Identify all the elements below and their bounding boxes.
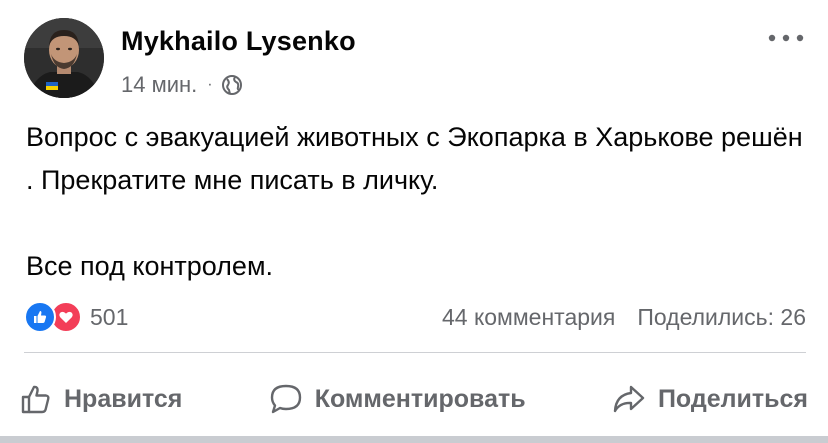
- like-button-label: Нравится: [64, 384, 183, 413]
- share-button-label: Поделиться: [657, 384, 808, 413]
- post-bottom-border: [0, 436, 828, 443]
- post-stats: 501 44 комментария Поделились: 26: [24, 300, 806, 334]
- like-button[interactable]: Нравится: [10, 372, 192, 426]
- like-reaction-icon: [24, 301, 56, 333]
- post-meta: 14 мин. ·: [121, 70, 243, 100]
- more-options-icon: [768, 34, 804, 42]
- post-text: Вопрос с эвакуацией животных с Экопарка …: [26, 116, 806, 288]
- comment-button[interactable]: Комментировать: [259, 372, 536, 426]
- post-paragraph: Вопрос с эвакуацией животных с Экопарка …: [26, 122, 803, 195]
- share-icon: [613, 385, 645, 413]
- reactions-summary[interactable]: 501: [24, 301, 128, 333]
- thumbs-up-icon: [21, 385, 50, 414]
- post-paragraph: Все под контролем.: [26, 251, 274, 281]
- post-card: Mykhailo Lysenko 14 мин. · Вопрос с эвак…: [0, 0, 828, 443]
- shares-count[interactable]: Поделились: 26: [637, 304, 806, 331]
- author-name[interactable]: Mykhailo Lysenko: [121, 26, 356, 57]
- globe-icon[interactable]: [221, 74, 243, 96]
- author-avatar[interactable]: [24, 18, 104, 98]
- post-actions: Нравится Комментировать Поделиться: [10, 372, 818, 426]
- meta-separator: ·: [207, 76, 213, 93]
- comment-icon: [270, 384, 301, 414]
- more-options-button[interactable]: [766, 28, 806, 48]
- comment-button-label: Комментировать: [314, 384, 526, 413]
- reactions-count: 501: [90, 303, 129, 330]
- post-timestamp[interactable]: 14 мин.: [121, 72, 197, 98]
- share-button[interactable]: Поделиться: [602, 372, 818, 426]
- avatar-image: [24, 18, 104, 98]
- comments-count[interactable]: 44 комментария: [442, 304, 615, 331]
- divider: [24, 352, 806, 353]
